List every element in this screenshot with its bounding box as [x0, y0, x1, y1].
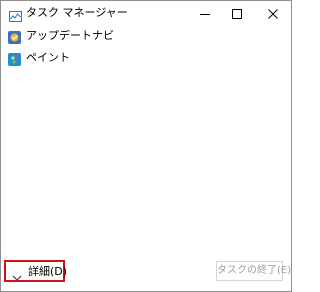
process-list: アップデートナビ ペイント: [1, 25, 291, 255]
details-button[interactable]: 詳細(D): [4, 260, 68, 282]
process-label: アップデートナビ: [26, 29, 114, 42]
window-title: タスク マネージャー: [26, 6, 128, 19]
process-item-paint[interactable]: ペイント: [1, 47, 291, 69]
details-label: 詳細(D): [28, 265, 68, 278]
minimize-button[interactable]: [188, 1, 222, 25]
paint-icon: [8, 51, 21, 66]
end-task-button[interactable]: タスクの終了(E): [216, 261, 291, 281]
close-button[interactable]: [256, 1, 290, 25]
close-icon: [268, 4, 278, 23]
minimize-icon: [200, 4, 210, 23]
task-manager-app-icon: [9, 7, 22, 22]
title-bar[interactable]: タスク マネージャー: [1, 1, 291, 25]
maximize-icon: [232, 4, 242, 23]
task-manager-window: タスク マネージャー アップデートナビ ペイント 詳細(D) タスクの終了(E): [0, 0, 292, 292]
footer-bar: 詳細(D) タスクの終了(E): [1, 257, 291, 291]
process-label: ペイント: [26, 51, 70, 64]
process-item-update-navi[interactable]: アップデートナビ: [1, 25, 291, 47]
maximize-button[interactable]: [220, 1, 254, 25]
update-navi-icon: [8, 29, 21, 44]
chevron-down-icon: [12, 267, 22, 281]
